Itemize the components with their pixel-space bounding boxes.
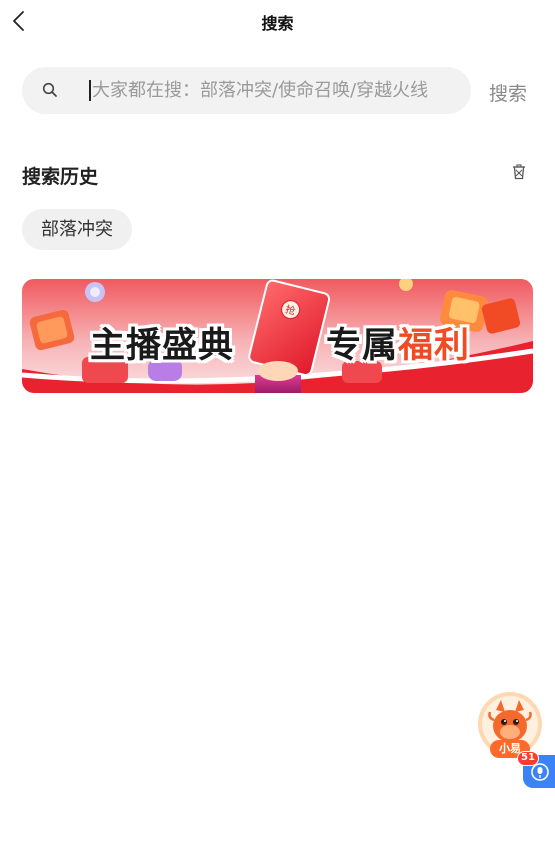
- page-title: 搜索: [261, 14, 294, 33]
- search-history-title: 搜索历史: [22, 166, 99, 188]
- banner-headline: 主播盛典: [90, 326, 235, 366]
- trash-icon: [513, 164, 525, 180]
- banner-subheadline-accent: 福利: [398, 326, 471, 366]
- text-caret: [89, 80, 91, 101]
- banner-subheadline: 专属福利: [326, 317, 470, 368]
- banner-subheadline-plain: 专属: [326, 326, 399, 366]
- clear-history-button[interactable]: [510, 163, 528, 181]
- notification-badge: 51: [517, 751, 539, 766]
- header-bar: 搜索: [0, 0, 555, 44]
- promo-banner[interactable]: 抢 主播盛典 专属福利: [22, 279, 533, 393]
- history-tag[interactable]: 部落冲突: [22, 209, 132, 250]
- search-button[interactable]: 搜索: [489, 79, 539, 106]
- search-icon: [42, 82, 57, 97]
- search-input[interactable]: [92, 67, 464, 114]
- search-page: 搜索 搜索 搜索历史 部落冲突: [0, 0, 555, 863]
- search-box[interactable]: [22, 67, 471, 114]
